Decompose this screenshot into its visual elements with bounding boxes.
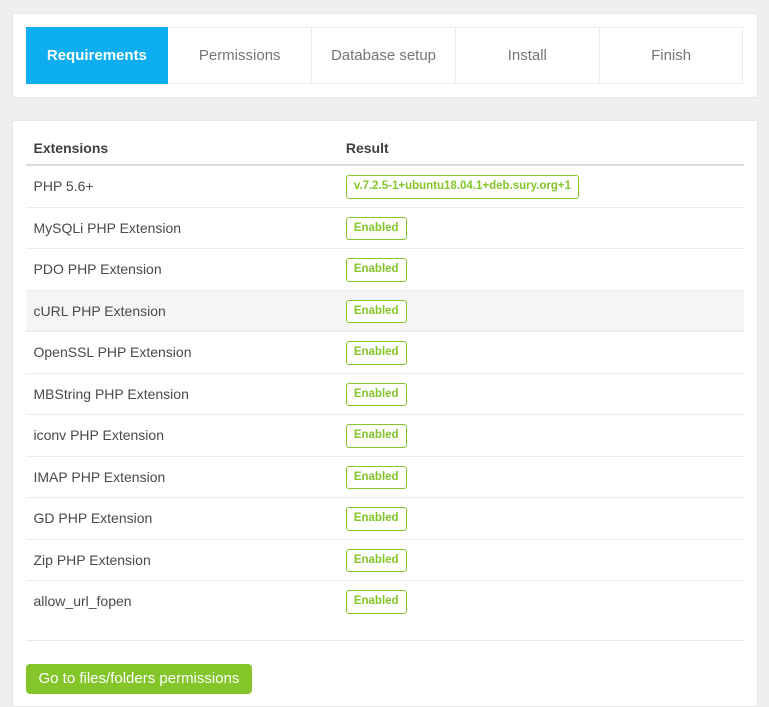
tab-label: Requirements: [47, 47, 147, 64]
extension-name: PHP 5.6+: [26, 165, 338, 207]
table-row: iconv PHP Extension Enabled: [26, 415, 744, 457]
extension-name: OpenSSL PHP Extension: [26, 332, 338, 374]
result-badge: Enabled: [346, 590, 407, 614]
table-row: PHP 5.6+ v.7.2.5-1+ubuntu18.04.1+deb.sur…: [26, 165, 744, 207]
result-badge: Enabled: [346, 258, 407, 282]
extension-name: PDO PHP Extension: [26, 249, 338, 291]
extension-name: MBString PHP Extension: [26, 373, 338, 415]
col-header-extensions: Extensions: [26, 136, 338, 165]
result-badge: Enabled: [346, 466, 407, 490]
table-row: IMAP PHP Extension Enabled: [26, 456, 744, 498]
extension-name: IMAP PHP Extension: [26, 456, 338, 498]
extension-name: iconv PHP Extension: [26, 415, 338, 457]
go-to-permissions-button[interactable]: Go to files/folders permissions: [26, 664, 253, 694]
result-badge: Enabled: [346, 300, 407, 324]
tab-label: Install: [508, 47, 547, 64]
tab-label: Database setup: [331, 47, 436, 64]
table-row: OpenSSL PHP Extension Enabled: [26, 332, 744, 374]
extension-name: Zip PHP Extension: [26, 539, 338, 581]
requirements-table: Extensions Result PHP 5.6+ v.7.2.5-1+ubu…: [26, 136, 744, 622]
result-badge: Enabled: [346, 507, 407, 531]
tab-permissions[interactable]: Permissions: [167, 27, 312, 84]
extension-name: MySQLi PHP Extension: [26, 207, 338, 249]
extension-name: GD PHP Extension: [26, 498, 338, 540]
wizard-steps-card: Requirements Permissions Database setup …: [12, 13, 758, 98]
table-row: PDO PHP Extension Enabled: [26, 249, 744, 291]
col-header-result: Result: [338, 136, 744, 165]
table-row: MySQLi PHP Extension Enabled: [26, 207, 744, 249]
divider: [26, 640, 744, 641]
table-row: Zip PHP Extension Enabled: [26, 539, 744, 581]
table-header-row: Extensions Result: [26, 136, 744, 165]
tab-label: Permissions: [199, 47, 281, 64]
tab-label: Finish: [651, 47, 691, 64]
result-badge: Enabled: [346, 383, 407, 407]
result-badge: Enabled: [346, 549, 407, 573]
table-row: allow_url_fopen Enabled: [26, 581, 744, 622]
tab-requirements[interactable]: Requirements: [26, 27, 169, 84]
result-badge: Enabled: [346, 424, 407, 448]
tab-database-setup[interactable]: Database setup: [311, 27, 456, 84]
table-row: GD PHP Extension Enabled: [26, 498, 744, 540]
result-badge: v.7.2.5-1+ubuntu18.04.1+deb.sury.org+1: [346, 175, 579, 199]
requirements-panel: Extensions Result PHP 5.6+ v.7.2.5-1+ubu…: [12, 120, 758, 707]
table-row: cURL PHP Extension Enabled: [26, 290, 744, 332]
table-row: MBString PHP Extension Enabled: [26, 373, 744, 415]
result-badge: Enabled: [346, 217, 407, 241]
result-badge: Enabled: [346, 341, 407, 365]
tab-install[interactable]: Install: [455, 27, 600, 84]
extension-name: cURL PHP Extension: [26, 290, 338, 332]
wizard-tabbar: Requirements Permissions Database setup …: [26, 27, 744, 84]
tab-finish[interactable]: Finish: [599, 27, 744, 84]
installer-page: Requirements Permissions Database setup …: [12, 13, 758, 707]
extension-name: allow_url_fopen: [26, 581, 338, 622]
